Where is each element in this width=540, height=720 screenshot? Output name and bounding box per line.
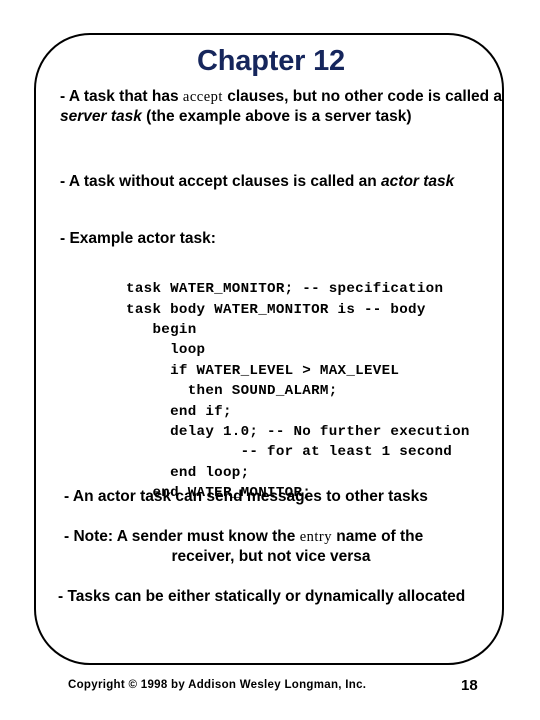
bullet-marker: -	[64, 488, 73, 505]
bullet-example-heading: - Example actor task:	[60, 229, 480, 249]
bullet-text-segment: Note: A sender must know the	[73, 528, 300, 545]
keyword-accept: accept	[182, 89, 223, 105]
bullet-server-task: - A task that has accept clauses, but no…	[60, 87, 506, 127]
bullet-text-segment: name of the	[331, 528, 428, 545]
slide-footer: Copyright © 1998 by Addison Wesley Longm…	[0, 677, 540, 699]
bullet-marker: -	[60, 173, 69, 190]
bullet-text-segment: Example actor task:	[69, 230, 216, 247]
bullet-text-segment: Tasks can be either statically or dynami…	[67, 588, 466, 605]
bullet-text-segment: A task without accept clauses is called …	[68, 173, 382, 190]
bullet-send-messages: - An actor task can send messages to oth…	[64, 487, 504, 507]
bullet-actor-task: - A task without accept clauses is calle…	[60, 172, 480, 192]
code-listing-water-monitor: task WATER_MONITOR; -- specification tas…	[126, 281, 470, 502]
page-number: 18	[461, 677, 478, 694]
bullet-text-segment: (the example above is a server task)	[141, 108, 412, 125]
bullet-entry-name: - Note: A sender must know the entry nam…	[64, 527, 504, 567]
bullet-text-line2: receiver, but not vice versa	[171, 548, 371, 565]
emphasis-server-task: server task	[60, 108, 142, 125]
copyright-notice: Copyright © 1998 by Addison Wesley Longm…	[68, 679, 367, 691]
bullet-text-segment: An actor task can send messages to other…	[72, 488, 428, 505]
slide-frame: Chapter 12 - A task that has accept clau…	[34, 33, 504, 665]
bullet-text-segment: clauses, but no other code is called a	[222, 88, 507, 105]
bullet-marker: -	[60, 88, 69, 105]
emphasis-actor-task: actor task	[381, 173, 455, 190]
page-title: Chapter 12	[197, 45, 345, 77]
bullet-allocated: - Tasks can be either statically or dyna…	[58, 587, 498, 607]
keyword-entry: entry	[299, 529, 332, 545]
bullet-text-segment: A task that has	[68, 88, 183, 105]
